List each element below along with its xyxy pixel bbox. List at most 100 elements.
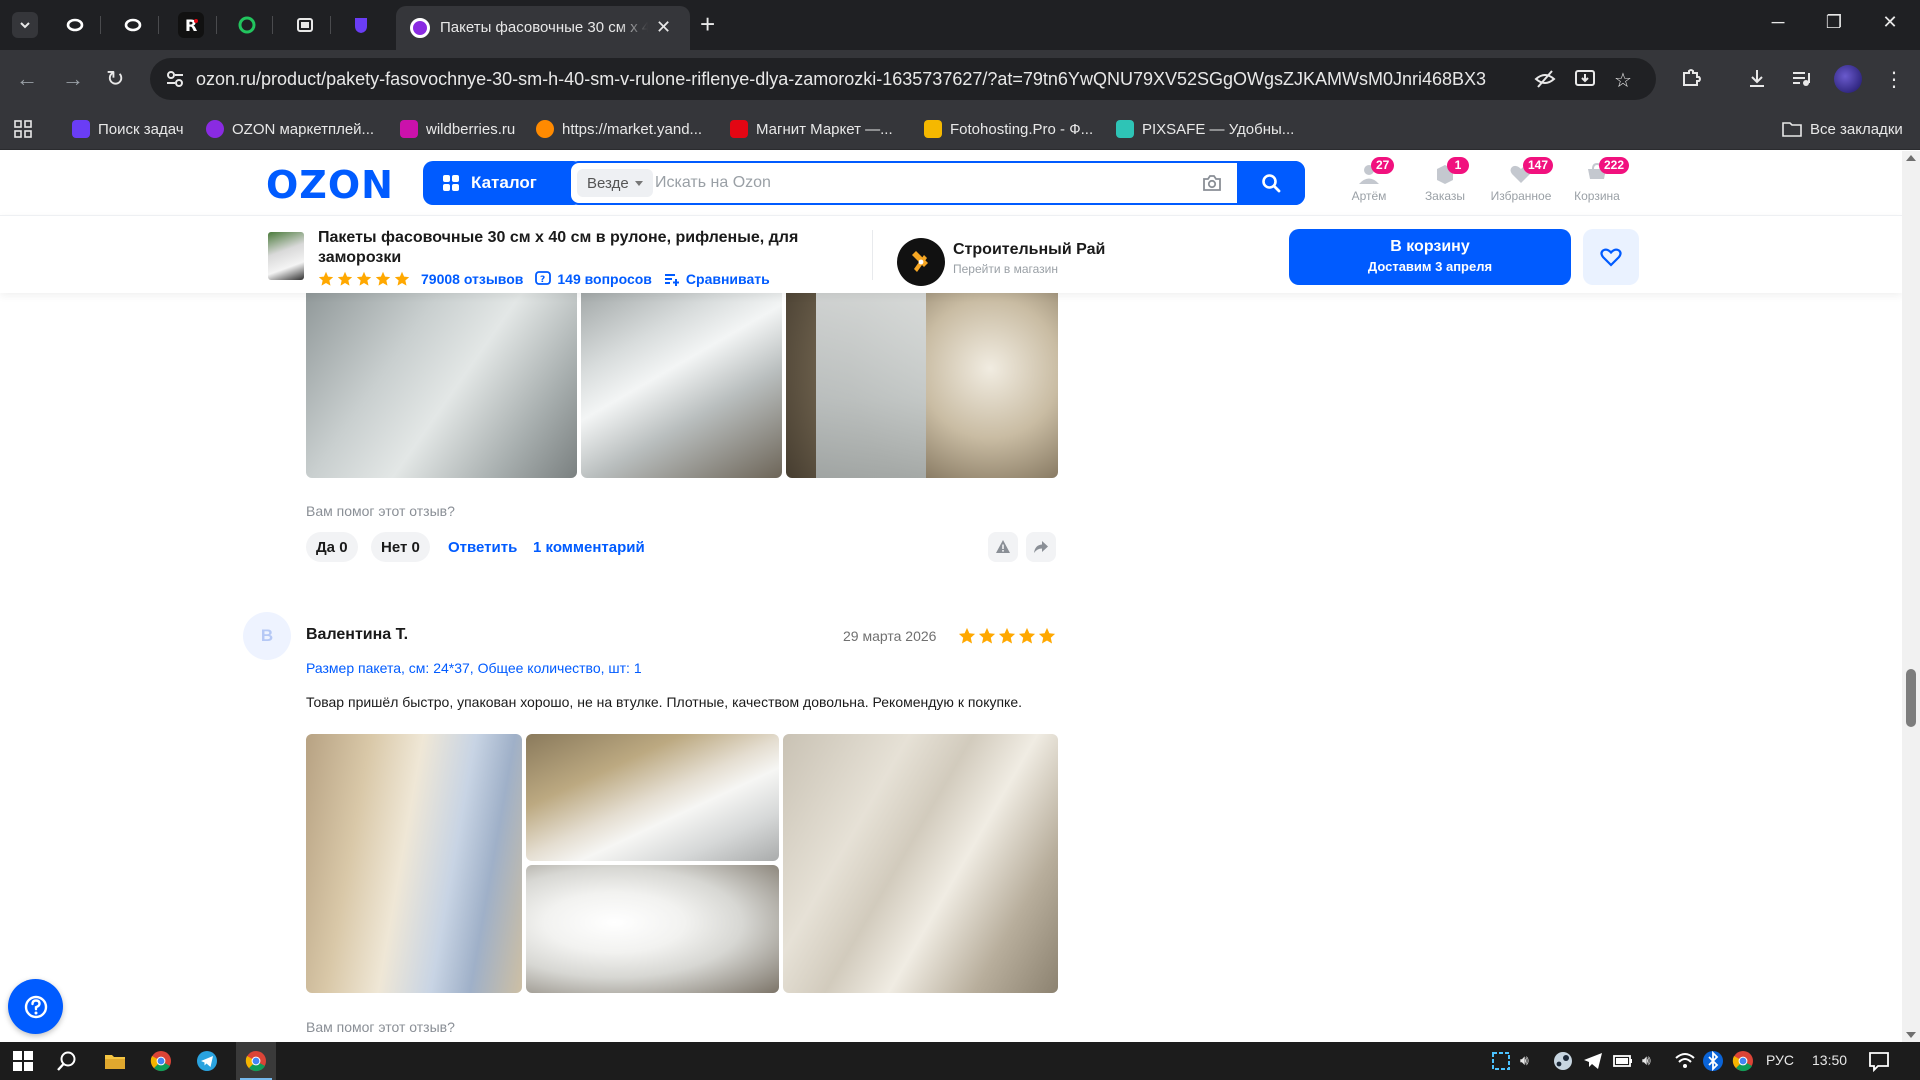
taskbar-search-icon[interactable] bbox=[56, 1050, 78, 1072]
back-icon[interactable]: ← bbox=[16, 66, 38, 92]
header-favorites[interactable]: 147 Избранное bbox=[1481, 157, 1561, 203]
tab-ozon-icon[interactable] bbox=[62, 12, 88, 38]
seller-logo[interactable] bbox=[897, 238, 945, 286]
scroll-down-icon[interactable] bbox=[1906, 1032, 1916, 1038]
wifi-icon[interactable] bbox=[1674, 1050, 1696, 1072]
bookmark-item[interactable]: wildberries.ru bbox=[400, 119, 515, 139]
review-variant[interactable]: Размер пакета, см: 24*37, Общее количест… bbox=[306, 660, 642, 676]
helpful-yes-button[interactable]: Да 0 bbox=[306, 532, 358, 562]
bookmark-star-icon[interactable]: ☆ bbox=[1614, 68, 1632, 93]
forward-icon[interactable]: → bbox=[62, 66, 84, 92]
windows-start-icon[interactable] bbox=[12, 1050, 34, 1072]
omnibox[interactable]: ozon.ru/product/pakety-fasovochnye-30-sm… bbox=[150, 58, 1656, 100]
review-photo[interactable] bbox=[526, 734, 779, 861]
header-cart[interactable]: 222 Корзина bbox=[1557, 157, 1637, 203]
bookmark-item[interactable]: https://market.yand... bbox=[536, 119, 702, 139]
chrome-icon[interactable] bbox=[150, 1050, 172, 1072]
svg-text:?: ? bbox=[540, 275, 545, 285]
product-thumbnail[interactable] bbox=[268, 232, 304, 280]
help-button[interactable] bbox=[8, 979, 63, 1034]
close-window-icon[interactable]: ✕ bbox=[1862, 12, 1918, 33]
tab-search-icon[interactable] bbox=[12, 12, 38, 38]
helpful-no-button[interactable]: Нет 0 bbox=[371, 532, 430, 562]
favorite-button[interactable] bbox=[1583, 229, 1639, 285]
review-photo[interactable] bbox=[526, 865, 779, 993]
all-bookmarks[interactable]: Все закладки bbox=[1782, 119, 1903, 139]
tab-title: Пакеты фасовочные 30 см х 40 см в рулоне bbox=[440, 19, 648, 36]
review-photo[interactable] bbox=[783, 734, 1058, 993]
input-language[interactable]: РУС bbox=[1766, 1052, 1794, 1068]
review-photo[interactable] bbox=[786, 279, 1058, 478]
bookmark-item[interactable]: Fotohosting.Pro - Ф... bbox=[924, 119, 1093, 139]
tab-r-icon[interactable]: R bbox=[178, 12, 204, 38]
tab-ozon-icon[interactable] bbox=[120, 12, 146, 38]
notifications-icon[interactable] bbox=[1868, 1050, 1890, 1072]
page-scrollbar[interactable] bbox=[1902, 151, 1920, 1042]
add-to-cart-button[interactable]: В корзину Доставим 3 апреля bbox=[1289, 229, 1571, 285]
seller-name[interactable]: Строительный Рай bbox=[953, 241, 1105, 259]
telegram-icon[interactable] bbox=[196, 1050, 218, 1072]
volume-icon[interactable]: 🔊︎ bbox=[1642, 1052, 1651, 1069]
comments-link[interactable]: 1 комментарий bbox=[533, 539, 645, 556]
media-control-icon[interactable] bbox=[1790, 67, 1812, 95]
review-photo[interactable] bbox=[306, 734, 522, 993]
header-profile[interactable]: 27 Артём bbox=[1329, 157, 1409, 203]
bookmark-item[interactable]: Магнит Маркет —... bbox=[730, 119, 893, 139]
chrome-tray-icon[interactable] bbox=[1732, 1050, 1754, 1072]
review-photo[interactable] bbox=[581, 279, 782, 478]
reviews-link[interactable]: 79008 отзывов bbox=[421, 271, 523, 287]
product-meta: 79008 отзывов ? 149 вопросов Сравнивать bbox=[318, 271, 770, 287]
restore-icon[interactable]: ❐ bbox=[1806, 12, 1862, 33]
menu-dots-icon[interactable]: ⋮ bbox=[1884, 67, 1904, 92]
steam-icon[interactable] bbox=[1552, 1050, 1574, 1072]
download-icon[interactable] bbox=[1746, 67, 1768, 95]
bookmarks-bar: Поиск задач OZON маркетплей... wildberri… bbox=[0, 108, 1920, 150]
new-tab-icon[interactable]: + bbox=[700, 10, 715, 38]
tab-shield-icon[interactable] bbox=[348, 12, 374, 38]
grid-icon bbox=[443, 175, 459, 191]
share-icon bbox=[1034, 541, 1048, 553]
install-app-icon[interactable] bbox=[1574, 68, 1596, 95]
active-tab[interactable]: Пакеты фасовочные 30 см х 40 см в рулоне… bbox=[396, 6, 690, 50]
close-tab-icon[interactable]: ✕ bbox=[656, 17, 671, 38]
clock[interactable]: 13:50 bbox=[1812, 1052, 1847, 1068]
reply-link[interactable]: Ответить bbox=[448, 539, 517, 556]
reload-icon[interactable]: ↻ bbox=[106, 66, 124, 92]
go-to-store-link[interactable]: Перейти в магазин bbox=[953, 262, 1058, 276]
audio-icon[interactable]: 🔊︎ bbox=[1520, 1052, 1529, 1069]
badge: 222 bbox=[1599, 157, 1630, 174]
questions-link[interactable]: 149 вопросов bbox=[557, 271, 652, 287]
screen-capture-icon[interactable] bbox=[1490, 1050, 1512, 1072]
site-settings-icon[interactable] bbox=[164, 68, 186, 90]
tab-window-icon[interactable] bbox=[292, 12, 318, 38]
minimize-icon[interactable]: ─ bbox=[1750, 12, 1806, 33]
apps-grid-icon[interactable] bbox=[14, 119, 32, 139]
star-icon bbox=[394, 271, 410, 286]
compare-link[interactable]: Сравнивать bbox=[686, 271, 770, 287]
ozon-logo[interactable]: OZON bbox=[266, 163, 394, 207]
scroll-thumb[interactable] bbox=[1906, 669, 1916, 727]
search-input[interactable] bbox=[655, 169, 1155, 197]
telegram-tray-icon[interactable] bbox=[1582, 1050, 1604, 1072]
tab-green-ring-icon[interactable] bbox=[234, 12, 260, 38]
review-photo[interactable] bbox=[306, 279, 577, 478]
bluetooth-icon[interactable] bbox=[1702, 1050, 1724, 1072]
scroll-up-icon[interactable] bbox=[1906, 155, 1916, 161]
bookmark-item[interactable]: Поиск задач bbox=[72, 119, 184, 139]
chrome-icon[interactable] bbox=[245, 1050, 267, 1072]
extensions-icon[interactable] bbox=[1680, 67, 1702, 95]
header-orders[interactable]: 1 Заказы bbox=[1405, 157, 1485, 203]
bookmark-item[interactable]: OZON маркетплей... bbox=[206, 119, 374, 139]
catalog-button[interactable]: Каталог bbox=[423, 161, 583, 205]
bookmark-item[interactable]: PIXSAFE — Удобны... bbox=[1116, 119, 1294, 139]
battery-icon[interactable] bbox=[1612, 1050, 1634, 1072]
file-explorer-icon[interactable] bbox=[104, 1050, 126, 1072]
share-button[interactable] bbox=[1026, 532, 1056, 562]
search-scope-dropdown[interactable]: Везде bbox=[577, 169, 653, 197]
eye-off-icon[interactable] bbox=[1534, 68, 1556, 95]
profile-avatar[interactable] bbox=[1834, 65, 1862, 93]
report-button[interactable] bbox=[988, 532, 1018, 562]
camera-icon[interactable] bbox=[1201, 172, 1223, 194]
search-button[interactable] bbox=[1237, 161, 1305, 205]
svg-text:R: R bbox=[185, 16, 197, 34]
